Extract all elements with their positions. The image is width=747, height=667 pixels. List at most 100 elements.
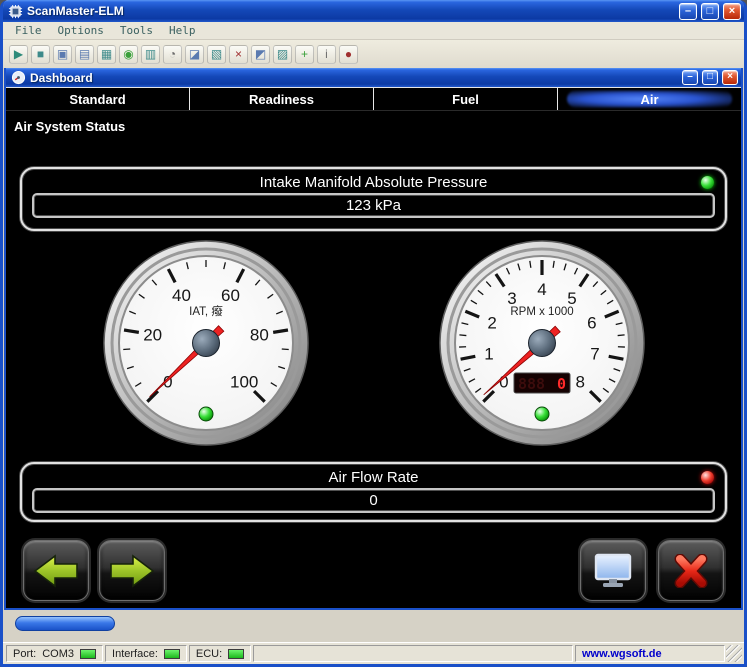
tab-label: Readiness [249,92,314,107]
progress-bar [15,616,115,631]
settings-icon[interactable]: + [295,45,314,64]
imap-panel-title: Intake Manifold Absolute Pressure [32,172,715,193]
main-client-area: Dashboard – □ × Standard Readiness Fuel Air… [3,68,744,642]
next-page-button[interactable] [99,540,165,601]
previous-page-button[interactable] [23,540,89,601]
disconnect-icon[interactable]: ■ [31,45,50,64]
statusbar-cell-port: Port: COM3 [6,645,103,662]
svg-text:1: 1 [484,345,493,364]
menu-help[interactable]: Help [161,23,204,38]
graph-icon[interactable]: ◪ [185,45,204,64]
freeze-frame-icon[interactable]: ▦ [97,45,116,64]
arrow-right-icon [109,554,155,588]
statusbar-label: Port: [13,648,36,660]
imap-value-display: 123 kPa [32,193,715,218]
ecu-icon[interactable]: ▣ [53,45,72,64]
airflow-value-display: 0 [32,488,715,513]
statusbar-website-cell: www.wgsoft.de [575,645,725,662]
statusbar-cell-ecu: ECU: [189,645,251,662]
svg-text:20: 20 [143,326,162,345]
maximize-button[interactable]: □ [701,3,719,20]
menu-file[interactable]: File [7,23,50,38]
monitor-icon [592,553,634,589]
website-link[interactable]: www.wgsoft.de [582,648,662,660]
main-window: ScanMaster-ELM – □ × FileOptionsToolsHel… [0,0,747,667]
airflow-panel-title: Air Flow Rate [32,467,715,488]
gauge-row: 020406080100IAT, 癈 012345678RPM x 100088… [6,238,741,450]
statusbar-spacer [253,645,573,662]
dashboard-content: Air System Status Intake Manifold Absolu… [6,111,741,608]
dashboard-window-icon [11,70,26,85]
app-icon [8,4,23,19]
save-icon[interactable]: ◩ [251,45,270,64]
airflow-panel: Air Flow Rate 0 [20,462,727,522]
imap-status-led-icon [701,176,714,189]
close-button[interactable]: × [723,3,741,20]
rpm-gauge: 012345678RPM x 10008880 [437,238,647,448]
svg-text:7: 7 [590,345,599,364]
svg-text:888: 888 [518,375,545,393]
minimize-button[interactable]: – [679,3,697,20]
statusbar-label: Interface: [112,648,158,660]
connect-icon[interactable]: ▶ [9,45,28,64]
clear-codes-icon[interactable]: × [229,45,248,64]
display-settings-button[interactable] [580,540,646,601]
arrow-left-icon [33,554,79,588]
dashboard-button-row [6,540,741,601]
svg-text:60: 60 [221,286,240,305]
sensors-icon[interactable]: ◉ [119,45,138,64]
menu-options[interactable]: Options [50,23,112,38]
statusbar-cell-interface: Interface: [105,645,187,662]
dashboard-icon[interactable]: ◔ [163,45,182,64]
svg-text:4: 4 [537,280,546,299]
tab-label: Standard [69,92,125,107]
dashboard-titlebar: Dashboard – □ × [6,68,741,88]
dashboard-close-button[interactable]: × [722,70,738,85]
dashboard-window: Dashboard – □ × Standard Readiness Fuel Air… [4,68,743,610]
section-title: Air System Status [6,111,741,133]
airflow-status-led-icon [701,471,714,484]
log-icon[interactable]: ▧ [207,45,226,64]
tab-standard[interactable]: Standard [6,88,189,110]
statusbar-value: COM3 [42,648,74,660]
codes-icon[interactable]: ▤ [75,45,94,64]
svg-text:0: 0 [556,375,565,393]
svg-text:IAT, 癈: IAT, 癈 [189,304,223,318]
dashboard-maximize-button[interactable]: □ [702,70,718,85]
tab-readiness[interactable]: Readiness [189,88,373,110]
actuators-icon[interactable]: ▥ [141,45,160,64]
tab-label: Air [640,92,658,107]
status-led-icon [80,649,96,659]
menu-tools[interactable]: Tools [112,23,161,38]
print-icon[interactable]: ▨ [273,45,292,64]
info-icon[interactable]: i [317,45,336,64]
svg-text:8: 8 [575,372,584,391]
window-title: ScanMaster-ELM [27,4,675,18]
tab-bar: Standard Readiness Fuel Air [6,88,741,111]
statusbar-label: ECU: [196,648,222,660]
tab-fuel[interactable]: Fuel [373,88,557,110]
close-dashboard-button[interactable] [658,540,724,601]
menu-bar: FileOptionsToolsHelp [3,22,744,40]
svg-text:6: 6 [587,313,596,332]
imap-panel: Intake Manifold Absolute Pressure 123 kP… [20,167,727,231]
dashboard-title: Dashboard [30,71,678,85]
exit-icon[interactable]: ● [339,45,358,64]
status-led-icon [164,649,180,659]
tab-air[interactable]: Air [557,88,741,110]
svg-text:80: 80 [249,326,268,345]
tab-label: Fuel [452,92,479,107]
status-led-icon [228,649,244,659]
status-bar: Port: COM3 Interface: ECU: www.wgsoft.de [3,642,744,664]
iat-gauge: 020406080100IAT, 癈 [101,238,311,448]
svg-text:RPM x 1000: RPM x 1000 [510,306,573,318]
svg-text:2: 2 [487,313,496,332]
dashboard-minimize-button[interactable]: – [682,70,698,85]
main-titlebar: ScanMaster-ELM – □ × [3,0,744,22]
svg-text:40: 40 [172,286,191,305]
svg-text:100: 100 [229,372,257,391]
toolbar: ▶■▣▤▦◉▥◔◪▧×◩▨+i● [3,40,744,68]
bottom-strip [3,610,744,642]
close-x-icon [671,554,711,588]
resize-grip[interactable] [726,645,742,662]
